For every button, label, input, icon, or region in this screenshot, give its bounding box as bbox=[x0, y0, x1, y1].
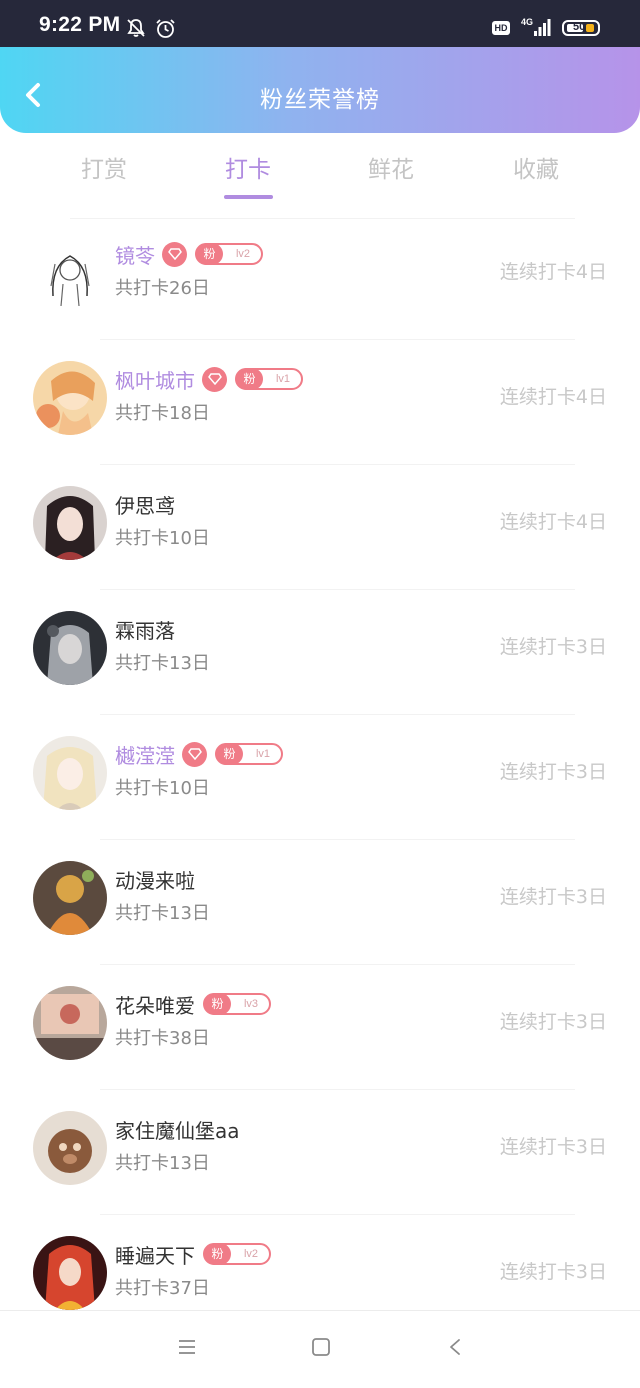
total-checkins: 共打卡10日 bbox=[115, 528, 210, 549]
tab-favorites[interactable]: 收藏 bbox=[476, 150, 596, 184]
streak-text: 连续打卡3日 bbox=[499, 1011, 607, 1033]
fan-level-badge: 粉 lv1 bbox=[215, 743, 283, 765]
hd-icon: HD bbox=[492, 21, 510, 35]
list-item[interactable]: 霖雨落 共打卡13日 连续打卡3日 bbox=[0, 594, 640, 719]
divider bbox=[100, 1214, 575, 1215]
divider bbox=[100, 464, 575, 465]
avatar[interactable] bbox=[33, 1111, 107, 1185]
streak-text: 连续打卡3日 bbox=[499, 761, 607, 783]
divider bbox=[100, 839, 575, 840]
diamond-icon bbox=[162, 241, 187, 267]
divider bbox=[100, 589, 575, 590]
fan-name: 睡遍天下 bbox=[115, 1243, 195, 1268]
divider bbox=[100, 714, 575, 715]
active-tab-indicator bbox=[224, 195, 273, 199]
total-checkins: 共打卡13日 bbox=[115, 903, 210, 924]
fan-level-badge: 粉 lv3 bbox=[203, 993, 271, 1015]
list-item[interactable]: 家住魔仙堡aa 共打卡13日 连续打卡3日 bbox=[0, 1094, 640, 1219]
diamond-icon bbox=[182, 741, 207, 767]
fan-name: 镜苓 bbox=[115, 243, 155, 268]
fan-level-badge: 粉 lv1 bbox=[235, 368, 303, 390]
avatar[interactable] bbox=[33, 861, 107, 935]
avatar[interactable] bbox=[33, 986, 107, 1060]
fan-name: 枫叶城市 bbox=[115, 368, 195, 393]
page-title: 粉丝荣誉榜 bbox=[260, 87, 380, 113]
home-square-icon[interactable] bbox=[311, 1337, 331, 1357]
total-checkins: 共打卡10日 bbox=[115, 778, 210, 799]
fan-name: 樾滢滢 bbox=[115, 743, 175, 768]
streak-text: 连续打卡3日 bbox=[499, 1261, 607, 1283]
battery-icon: 50 bbox=[562, 20, 600, 36]
avatar[interactable] bbox=[33, 736, 107, 810]
bell-off-icon bbox=[127, 19, 145, 37]
total-checkins: 共打卡26日 bbox=[115, 278, 210, 299]
status-bar: 9:22 PM HD 4G 50 bbox=[0, 0, 640, 47]
list-item[interactable]: 枫叶城市 粉 lv1 共打卡18日 连续打卡4日 bbox=[0, 344, 640, 469]
streak-text: 连续打卡4日 bbox=[499, 511, 607, 533]
streak-text: 连续打卡4日 bbox=[499, 261, 607, 283]
diamond-icon bbox=[202, 366, 227, 392]
streak-text: 连续打卡3日 bbox=[499, 1136, 607, 1158]
streak-text: 连续打卡3日 bbox=[499, 636, 607, 658]
avatar[interactable] bbox=[33, 361, 107, 435]
avatar[interactable] bbox=[33, 486, 107, 560]
signal-icon bbox=[534, 19, 551, 36]
status-time: 9:22 PM bbox=[39, 13, 121, 36]
alarm-icon bbox=[156, 19, 175, 38]
fan-name: 伊思鸢 bbox=[115, 493, 175, 518]
streak-text: 连续打卡3日 bbox=[499, 886, 607, 908]
fan-level-badge: 粉 lv2 bbox=[195, 243, 263, 265]
avatar[interactable] bbox=[33, 236, 107, 310]
fan-level-badge: 粉 lv2 bbox=[203, 1243, 271, 1265]
tab-bar: 打赏 打卡 鲜花 收藏 bbox=[0, 150, 640, 202]
list-item[interactable]: 花朵唯爱 粉 lv3 共打卡38日 连续打卡3日 bbox=[0, 969, 640, 1094]
streak-text: 连续打卡4日 bbox=[499, 386, 607, 408]
total-checkins: 共打卡13日 bbox=[115, 653, 210, 674]
avatar[interactable] bbox=[33, 611, 107, 685]
list-item[interactable]: 镜苓 粉 lv2 共打卡26日 连续打卡4日 bbox=[0, 219, 640, 344]
total-checkins: 共打卡37日 bbox=[115, 1278, 210, 1299]
divider bbox=[100, 1089, 575, 1090]
fan-name: 花朵唯爱 bbox=[115, 993, 195, 1018]
list-item[interactable]: 动漫来啦 共打卡13日 连续打卡3日 bbox=[0, 844, 640, 969]
fan-name: 家住魔仙堡aa bbox=[115, 1118, 240, 1143]
divider bbox=[100, 964, 575, 965]
fan-name: 霖雨落 bbox=[115, 618, 175, 643]
total-checkins: 共打卡13日 bbox=[115, 1153, 210, 1174]
system-nav-bar bbox=[0, 1310, 640, 1388]
tab-reward[interactable]: 打赏 bbox=[44, 150, 164, 184]
battery-level: 50 bbox=[573, 21, 586, 33]
list-item[interactable]: 伊思鸢 共打卡10日 连续打卡4日 bbox=[0, 469, 640, 594]
tab-flowers[interactable]: 鲜花 bbox=[331, 150, 451, 184]
back-triangle-icon[interactable] bbox=[446, 1337, 464, 1357]
avatar[interactable] bbox=[33, 1236, 107, 1310]
total-checkins: 共打卡38日 bbox=[115, 1028, 210, 1049]
list-item[interactable]: 樾滢滢 粉 lv1 共打卡10日 连续打卡3日 bbox=[0, 719, 640, 844]
menu-icon[interactable] bbox=[178, 1337, 196, 1357]
fan-name: 动漫来啦 bbox=[115, 868, 195, 893]
divider bbox=[100, 339, 575, 340]
total-checkins: 共打卡18日 bbox=[115, 403, 210, 424]
tab-checkin[interactable]: 打卡 bbox=[188, 150, 308, 184]
